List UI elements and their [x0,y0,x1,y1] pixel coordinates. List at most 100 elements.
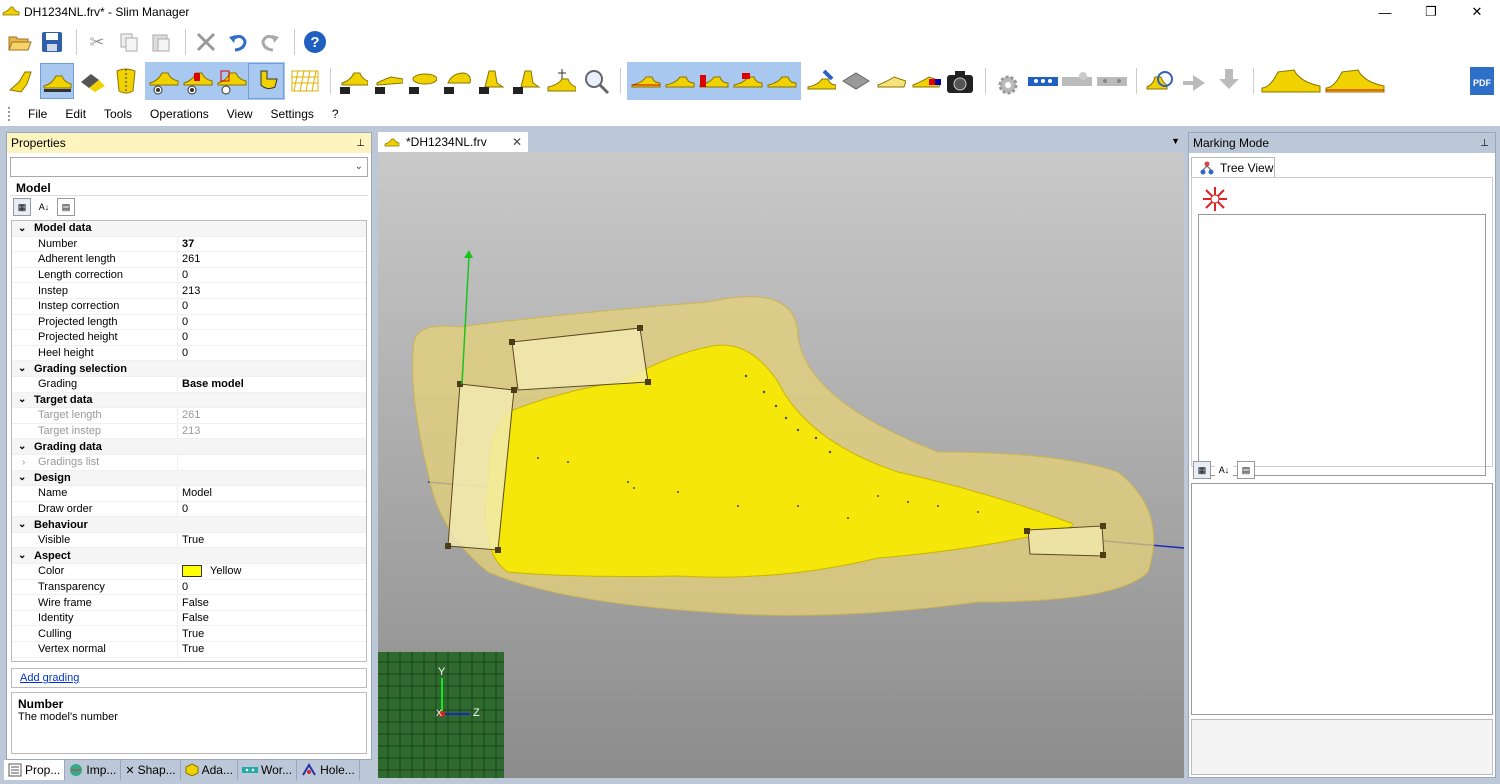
camera-view-3[interactable] [406,64,439,98]
property-row[interactable]: Projected height 0 [12,330,366,346]
property-category[interactable]: ⌄ Design [12,470,366,487]
panel-tab-adapt[interactable]: Ada... [180,760,238,780]
marking-property-grid[interactable] [1191,483,1493,715]
section-tool-4[interactable] [731,64,765,98]
pin-icon[interactable]: ⊥ [356,138,365,149]
flatten-tool[interactable] [840,64,873,98]
undo-button[interactable] [224,28,252,56]
zoom-tool[interactable] [579,64,612,98]
menu-edit[interactable]: Edit [56,107,95,121]
device-tool-2[interactable] [1096,64,1129,98]
tree-view-tab[interactable]: Tree View [1191,157,1275,177]
alphabetical-sort-icon[interactable]: A↓ [1215,461,1233,479]
close-tab-icon[interactable]: ✕ [512,135,522,149]
device-tool-1[interactable] [1061,64,1094,98]
property-row[interactable]: Length correction 0 [12,267,366,284]
section-tool-1[interactable] [629,64,663,98]
panel-tab-shape[interactable]: ✕ Shap... [121,760,181,780]
paste-button[interactable] [147,28,175,56]
property-row[interactable]: Target instep 213 [12,423,366,440]
shoe-last-tool[interactable] [6,64,39,98]
pointer-tool[interactable] [247,63,284,99]
marker-burst-icon[interactable] [1202,186,1228,212]
camera-view-5[interactable] [475,64,508,98]
shell-tool[interactable] [874,64,907,98]
property-category[interactable]: ⌄ Target data [12,392,366,409]
import-tool[interactable] [1213,64,1246,98]
menu-tools[interactable]: Tools [95,107,141,121]
heel-tool[interactable] [545,64,578,98]
property-pages-icon[interactable]: ▤ [1237,461,1255,479]
minimize-button[interactable]: — [1362,0,1408,24]
mesh-tool[interactable] [289,64,322,98]
edit-pen-tool[interactable] [805,64,838,98]
property-row[interactable]: Color Yellow [12,564,366,580]
property-row[interactable]: Identity False [12,610,366,627]
property-row[interactable]: Culling True [12,626,366,643]
menu-operations[interactable]: Operations [141,107,218,121]
document-tab[interactable]: *DH1234NL.frv ✕ [378,132,528,152]
panel-tab-work[interactable]: Wor... [237,760,298,780]
section-tool-3[interactable] [697,64,731,98]
property-row[interactable]: › Gradings list [12,454,366,471]
save-button[interactable] [38,28,66,56]
camera-view-4[interactable] [441,64,474,98]
menu-help[interactable]: ? [323,107,348,121]
property-pages-icon[interactable]: ▤ [57,198,75,216]
menu-file[interactable]: File [19,107,56,121]
property-category[interactable]: ⌄ Behaviour [12,517,366,533]
redo-button[interactable] [256,28,284,56]
property-row[interactable]: Wire frame False [12,595,366,611]
view-eye-tool-1[interactable] [147,64,181,98]
property-row[interactable]: Number 37 [12,236,366,253]
categorized-sort-icon[interactable]: ▦ [13,198,31,216]
panel-tab-holes[interactable]: Hole... [297,760,360,780]
close-window-button[interactable]: ✕ [1454,0,1500,24]
property-category[interactable]: ⌄ Grading data [12,439,366,455]
object-selector-dropdown[interactable]: ⌄ [10,157,368,177]
open-file-button[interactable] [6,28,34,56]
3d-viewport[interactable]: Y Z X [378,152,1184,778]
property-category[interactable]: ⌄ Grading selection [12,361,366,377]
last-model-tool-2[interactable] [1324,64,1386,98]
property-row[interactable]: Adherent length 261 [12,252,366,268]
property-row[interactable]: Grading Base model [12,376,366,393]
tab-list-dropdown[interactable]: ▼ [1171,136,1180,146]
panel-tab-properties[interactable]: Prop... [4,760,66,780]
section-tool-2[interactable] [663,64,697,98]
property-row[interactable]: Heel height 0 [12,345,366,362]
categorized-sort-icon[interactable]: ▦ [1193,461,1211,479]
help-button[interactable]: ? [301,28,329,56]
measure-tool[interactable] [39,63,75,99]
color-map-tool[interactable] [909,64,942,98]
add-grading-link[interactable]: Add grading [20,672,79,684]
property-row[interactable]: Target length 261 [12,408,366,424]
pin-icon[interactable]: ⊥ [1480,138,1489,149]
camera-view-6[interactable] [510,64,543,98]
property-row[interactable]: Vertex normal True [12,642,366,658]
delete-button[interactable] [192,28,220,56]
rotate-tool[interactable] [1143,64,1176,98]
property-row[interactable]: Name Model [12,486,366,502]
tree-view-list[interactable] [1198,214,1486,476]
property-row[interactable]: Transparency 0 [12,579,366,596]
property-category[interactable]: ⌄ Aspect [12,548,366,565]
property-row[interactable]: Visible True [12,532,366,549]
ruler-tool[interactable] [1026,64,1059,98]
export-pdf-button[interactable]: PDF [1465,64,1498,98]
property-row[interactable]: Draw order 0 [12,501,366,518]
screenshot-tool[interactable] [944,64,977,98]
property-row[interactable]: Projected length 0 [12,314,366,331]
camera-view-1[interactable] [336,64,369,98]
property-row[interactable]: Instep correction 0 [12,298,366,315]
symmetric-tool[interactable] [110,64,143,98]
view-eye-tool-2[interactable] [181,64,215,98]
view-eye-tool-3[interactable] [215,64,249,98]
section-tool-5[interactable] [765,64,799,98]
menu-view[interactable]: View [218,107,262,121]
settings-tool[interactable] [992,64,1025,98]
panel-tab-import[interactable]: Imp... [65,760,122,780]
cut-button[interactable]: ✂ [83,28,111,56]
property-category[interactable]: ⌄ Model data [12,221,366,237]
last-model-tool-1[interactable] [1260,64,1322,98]
